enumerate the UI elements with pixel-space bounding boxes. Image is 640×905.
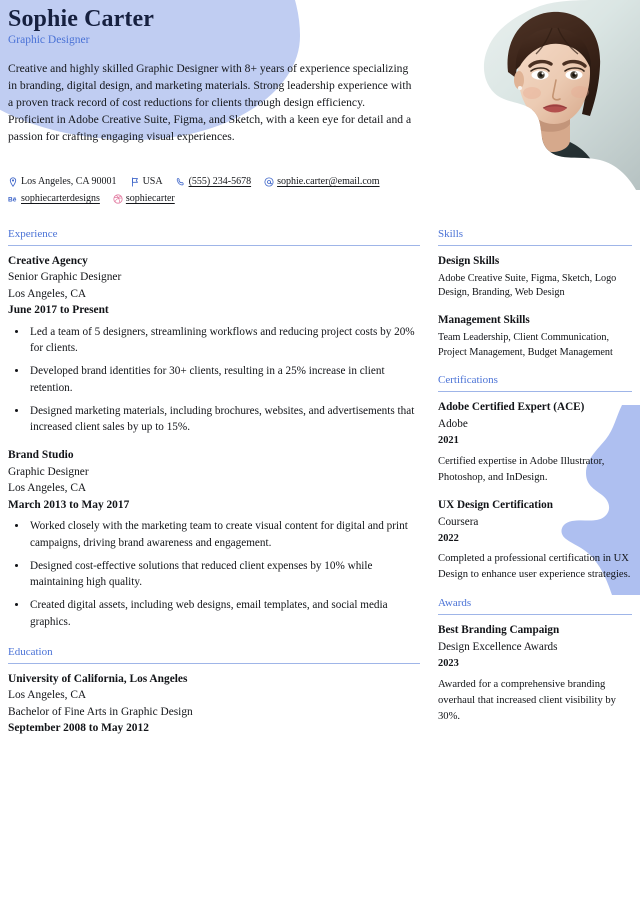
certification-issuer: Adobe [438,417,468,430]
professional-summary: Creative and highly skilled Graphic Desi… [8,61,412,143]
section-title-experience: Experience [8,228,58,240]
education-school: University of California, Los Angeles [8,672,188,685]
certification-issuer: Coursera [438,515,479,528]
section-awards: Awards Best Branding Campaign Design Exc… [438,597,632,724]
section-divider [438,613,632,615]
candidate-name: Sophie Carter [8,6,154,32]
award-description: Awarded for a comprehensive branding ove… [438,678,616,722]
award-entry: Best Branding Campaign Design Excellence… [438,622,632,725]
right-column: Skills Design Skills Adobe Creative Suit… [438,228,632,740]
certification-entry: Adobe Certified Expert (ACE) Adobe 2021 … [438,399,632,486]
skill-group-name: Management Skills [438,313,530,326]
contact-country-text: USA [142,176,163,187]
experience-dates: June 2017 to Present [8,304,109,317]
bullet-item: Designed cost-effective solutions that r… [28,558,420,590]
dribbble-icon [113,193,123,204]
experience-organization: Creative Agency [8,254,88,267]
experience-entry: Brand Studio Graphic Designer Los Angele… [8,447,420,630]
experience-bullets: Worked closely with the marketing team t… [8,518,420,629]
contact-dribbble[interactable]: sophiecarter [113,193,175,204]
skill-group: Management Skills Team Leadership, Clien… [438,312,632,360]
contact-email-text[interactable]: sophie.carter@email.com [277,176,380,187]
experience-location: Los Angeles, CA [8,482,87,495]
section-experience: Experience Creative Agency Senior Graphi… [8,228,420,630]
certification-year: 2021 [438,434,459,446]
education-location: Los Angeles, CA [8,689,87,702]
contact-location: Los Angeles, CA 90001 [8,176,117,187]
contact-behance[interactable]: Bē sophiecarterdesigns [8,193,100,204]
experience-bullets: Led a team of 5 designers, streamlining … [8,324,420,435]
section-divider [8,662,420,664]
bullet-item: Developed brand identities for 30+ clien… [28,363,420,395]
contact-phone[interactable]: (555) 234-5678 [176,176,252,187]
certification-name: UX Design Certification [438,498,553,511]
svg-text:Bē: Bē [8,196,17,203]
bullet-item: Created digital assets, including web de… [28,597,420,629]
contact-behance-text[interactable]: sophiecarterdesigns [21,193,100,204]
experience-entry: Creative Agency Senior Graphic Designer … [8,253,420,436]
profile-photo [440,0,640,190]
resume-header: Sophie Carter Graphic Designer Creative … [8,6,428,145]
education-degree: Bachelor of Fine Arts in Graphic Design [8,705,193,718]
section-education: Education University of California, Los … [8,646,420,737]
education-entry: University of California, Los Angeles Lo… [8,671,420,737]
certification-name: Adobe Certified Expert (ACE) [438,400,585,413]
contact-location-text: Los Angeles, CA 90001 [21,176,117,187]
skill-group-items: Adobe Creative Suite, Figma, Sketch, Log… [438,272,617,299]
certification-description: Certified expertise in Adobe Illustrator… [438,455,605,483]
experience-location: Los Angeles, CA [8,287,87,300]
section-divider [438,244,632,246]
experience-role: Graphic Designer [8,465,89,478]
skill-group: Design Skills Adobe Creative Suite, Figm… [438,253,632,301]
section-divider [8,244,420,246]
bullet-item: Led a team of 5 designers, streamlining … [28,324,420,356]
section-certifications: Certifications Adobe Certified Expert (A… [438,374,632,583]
flag-icon [130,177,140,187]
contact-row-primary: Los Angeles, CA 90001 USA (555) 234-5678… [8,176,428,187]
section-skills: Skills Design Skills Adobe Creative Suit… [438,228,632,360]
skill-group-items: Team Leadership, Client Communication, P… [438,332,613,358]
experience-dates: March 2013 to May 2017 [8,498,130,511]
bullet-item: Worked closely with the marketing team t… [28,518,420,550]
certification-year: 2022 [438,532,459,544]
section-divider [438,390,632,392]
contact-phone-text[interactable]: (555) 234-5678 [189,176,252,187]
section-title-awards: Awards [438,597,472,610]
candidate-job-title: Graphic Designer [8,33,90,46]
contact-row-social: Bē sophiecarterdesigns sophiecarter [8,193,428,204]
skill-group-name: Design Skills [438,254,500,267]
email-icon [264,176,274,187]
experience-role: Senior Graphic Designer [8,271,122,284]
contact-dribbble-text[interactable]: sophiecarter [126,193,175,204]
behance-icon: Bē [8,194,18,204]
bullet-item: Designed marketing materials, including … [28,403,420,435]
section-title-education: Education [8,645,53,658]
experience-organization: Brand Studio [8,449,74,462]
education-dates: September 2008 to May 2012 [8,722,149,735]
phone-icon [176,177,186,187]
award-issuer: Design Excellence Awards [438,640,558,653]
contact-country: USA [130,176,163,187]
contact-email[interactable]: sophie.carter@email.com [264,176,380,187]
location-pin-icon [8,176,18,187]
award-year: 2023 [438,657,459,669]
left-column: Experience Creative Agency Senior Graphi… [8,228,420,753]
award-name: Best Branding Campaign [438,623,560,636]
certification-entry: UX Design Certification Coursera 2022 Co… [438,497,632,584]
section-title-certifications: Certifications [438,374,498,387]
contact-info: Los Angeles, CA 90001 USA (555) 234-5678… [8,176,428,210]
section-title-skills: Skills [438,228,464,240]
certification-description: Completed a professional certification i… [438,553,631,581]
